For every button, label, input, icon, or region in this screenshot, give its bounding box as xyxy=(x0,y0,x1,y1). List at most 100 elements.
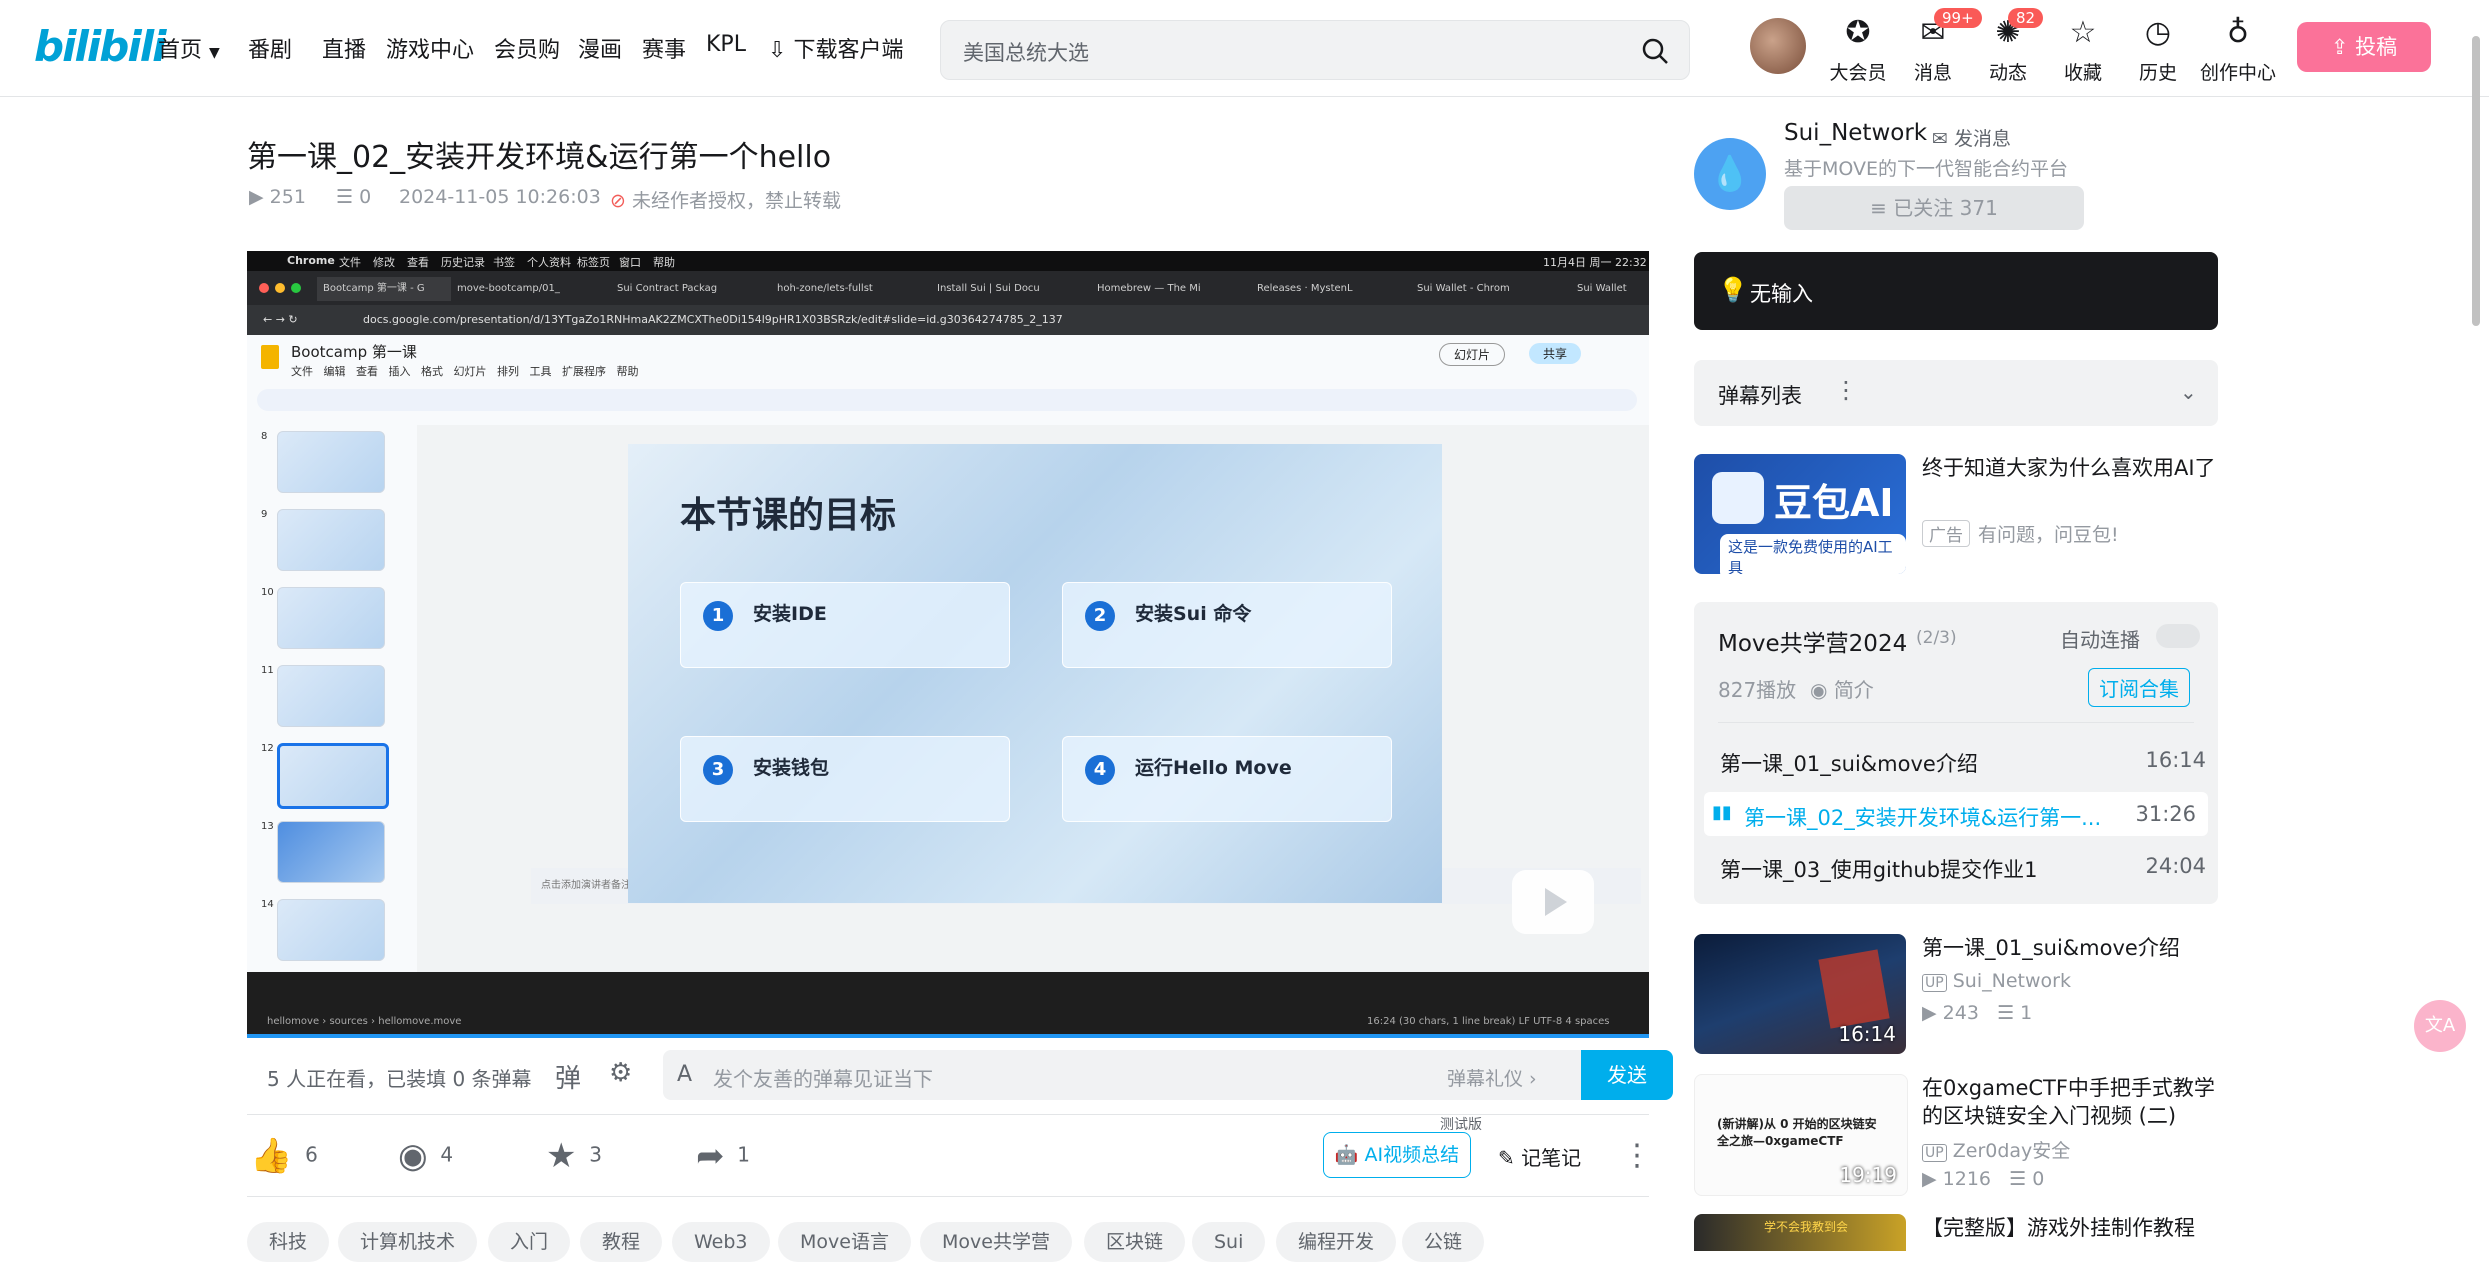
episode-duration: 24:04 xyxy=(2145,854,2206,878)
autoplay-toggle[interactable] xyxy=(2156,624,2200,648)
danmaku-list-panel[interactable]: 弹幕列表 ⋮ ⌄ xyxy=(1694,360,2218,426)
tag[interactable]: Move语言 xyxy=(778,1222,911,1262)
goal-label: 安装Sui 命令 xyxy=(1135,603,1252,625)
tag[interactable]: 区块链 xyxy=(1084,1222,1186,1262)
tag[interactable]: 科技 xyxy=(247,1222,330,1262)
danmaku-input[interactable]: A 发个友善的弹幕见证当下 弹幕礼仪 › xyxy=(663,1050,1629,1100)
slides-toolbar: Bootcamp 第一课 文件 编辑 查看 插入 格式 幻灯片 排列 工具 扩展… xyxy=(247,335,1649,426)
recommend-title[interactable]: 【完整版】游戏外挂制作教程 xyxy=(1922,1214,2222,1242)
search-input[interactable]: 美国总统大选 xyxy=(963,37,1089,67)
recommend-title[interactable]: 在0xgameCTF中手把手式教学的区块链安全入门视频 (二) xyxy=(1922,1074,2222,1130)
send-danmaku-button[interactable]: 发送 xyxy=(1581,1050,1673,1100)
nav-kpl[interactable]: KPL xyxy=(706,32,746,57)
header-favorites[interactable]: ☆ 收藏 xyxy=(2048,18,2118,85)
recommend-thumbnail[interactable]: 学不会我教到会 xyxy=(1694,1214,1906,1251)
ad-thumbnail[interactable]: 豆包AI 这是一款免费使用的AI工具 xyxy=(1694,454,1906,574)
play-count-icon: ▶ xyxy=(249,186,264,208)
nav-manga[interactable]: 漫画 xyxy=(578,32,622,64)
browser-tab: Bootcamp 第一课 - G xyxy=(317,277,451,301)
goal-number: 1 xyxy=(703,601,733,631)
nav-bangumi[interactable]: 番剧 xyxy=(248,32,292,64)
series-intro-link[interactable]: ◉ 简介 xyxy=(1810,674,1874,703)
recommend-uploader[interactable]: UP Sui_Network xyxy=(1922,970,2071,992)
header-creator[interactable]: ♁ 创作中心 xyxy=(2198,18,2278,85)
recommend-thumbnail[interactable]: (新讲解)从 0 开始的区块链安全之旅—0xgameCTF 19:19 xyxy=(1694,1074,1908,1196)
text-style-icon[interactable]: A xyxy=(677,1062,692,1087)
tag[interactable]: 计算机技术 xyxy=(338,1222,478,1262)
recommend-uploader[interactable]: UP Zer0day安全 xyxy=(1922,1136,2070,1163)
recommend-thumbnail[interactable]: 16:14 xyxy=(1694,934,1906,1054)
video-player[interactable]: Chrome 文件 修改 查看 历史记录 书签 个人资料 标签页 窗口 帮助 1… xyxy=(247,251,1649,1038)
nav-download-client[interactable]: ⇩ 下载客户端 xyxy=(768,32,903,64)
mac-menu-item: 文件 xyxy=(339,256,361,269)
video-duration: 19:19 xyxy=(1839,1163,1897,1187)
coin-button[interactable]: ◉ 4 xyxy=(398,1136,453,1176)
following-button[interactable]: ≡ 已关注 371 xyxy=(1784,186,2084,230)
view-count: ▶ 251 xyxy=(249,186,306,208)
more-vertical-icon[interactable]: ⋮ xyxy=(1834,376,1858,404)
doc-menu-item: 插入 xyxy=(388,365,411,378)
danmaku-settings-icon[interactable]: ⚙ xyxy=(609,1058,632,1088)
search-box[interactable]: 美国总统大选 xyxy=(940,20,1690,80)
page-scrollbar[interactable] xyxy=(2472,36,2480,326)
play-button[interactable] xyxy=(1512,870,1594,934)
danmaku-etiquette-link[interactable]: 弹幕礼仪 › xyxy=(1447,1064,1537,1091)
episode-title: 第一课_01_sui&move介绍 xyxy=(1720,752,1978,776)
notes-button[interactable]: ✎ 记笔记 xyxy=(1498,1142,1581,1171)
translate-float-icon[interactable]: 文A xyxy=(2414,1000,2466,1052)
divider xyxy=(1718,722,2194,723)
header-history[interactable]: ◷ 历史 xyxy=(2123,18,2193,85)
header-vip[interactable]: ✪ 大会员 xyxy=(1823,18,1893,85)
episode-item[interactable]: 第一课_01_sui&move介绍 16:14 xyxy=(1694,738,2218,782)
uploader-desc: 基于MOVE的下一代智能合约平台 xyxy=(1784,158,2069,180)
subscribe-series-button[interactable]: 订阅合集 xyxy=(2088,668,2190,707)
beta-label: 测试版 xyxy=(1440,1117,1482,1133)
ad-title[interactable]: 终于知道大家为什么喜欢用AI了 xyxy=(1922,454,2222,482)
send-message-link[interactable]: ✉ 发消息 xyxy=(1932,124,2011,151)
thumb-number: 8 xyxy=(261,431,268,442)
share-arrow-icon: ➦ xyxy=(696,1136,725,1176)
header-message[interactable]: ✉ 消息 xyxy=(1898,18,1968,85)
nav-live[interactable]: 直播 xyxy=(322,32,366,64)
lightbulb-icon: 💡 xyxy=(1718,276,1748,304)
goal-card: 2 安装Sui 命令 xyxy=(1062,582,1392,668)
browser-tab: hoh-zone/lets-fullst xyxy=(777,283,873,294)
thumb-number: 12 xyxy=(261,743,274,754)
like-button[interactable]: 👍 6 xyxy=(250,1136,318,1176)
episode-item-active[interactable]: ▮▮ 第一课_02_安装开发环境&运行第一... 31:26 xyxy=(1704,792,2208,836)
uploader-avatar[interactable]: 💧 xyxy=(1694,138,1766,210)
tag[interactable]: Move共学营 xyxy=(920,1222,1072,1262)
tag[interactable]: 编程开发 xyxy=(1276,1222,1397,1262)
tag[interactable]: 入门 xyxy=(488,1222,571,1262)
nav-mall[interactable]: 会员购 xyxy=(494,32,560,64)
recommend-title[interactable]: 第一课_01_sui&move介绍 xyxy=(1922,934,2222,962)
share-button[interactable]: ➦ 1 xyxy=(696,1136,750,1176)
autoplay-label: 自动连播 xyxy=(2060,628,2140,652)
mac-menu-item: 个人资料 xyxy=(527,256,571,269)
bilibili-logo[interactable]: bilibili xyxy=(34,22,167,71)
ai-assistant-box[interactable]: 💡 无输入 xyxy=(1694,252,2218,330)
nav-match[interactable]: 赛事 xyxy=(642,32,686,64)
danmaku-toggle-icon[interactable]: 弹 xyxy=(555,1058,581,1095)
favorite-button[interactable]: ★ 3 xyxy=(546,1136,602,1176)
chevron-down-icon[interactable]: ⌄ xyxy=(2180,380,2197,404)
more-options-icon[interactable]: ⋮ xyxy=(1622,1138,1652,1173)
header-dynamic[interactable]: ✺ 动态 xyxy=(1973,18,2043,85)
water-drop-icon: 💧 xyxy=(1708,154,1752,194)
series-title[interactable]: Move共学营2024 xyxy=(1718,624,1907,658)
nav-game-center[interactable]: 游戏中心 xyxy=(386,32,474,64)
search-icon[interactable] xyxy=(1641,37,1669,65)
user-avatar[interactable] xyxy=(1750,18,1806,74)
ai-summary-button[interactable]: 🤖 AI视频总结 xyxy=(1323,1132,1471,1178)
tag[interactable]: Sui xyxy=(1192,1222,1266,1262)
tag[interactable]: 公链 xyxy=(1402,1222,1485,1262)
upload-button[interactable]: ⇪ 投稿 xyxy=(2297,22,2431,72)
nav-home[interactable]: 首页 ▼ xyxy=(158,32,220,64)
tag[interactable]: Web3 xyxy=(672,1222,770,1262)
uploader-name[interactable]: Sui_Network xyxy=(1784,120,1927,146)
video-duration: 16:14 xyxy=(1838,1022,1896,1046)
tag[interactable]: 教程 xyxy=(580,1222,663,1262)
ad-subtitle: 有问题，问豆包! xyxy=(1978,524,2119,546)
mac-menu-item: 标签页 xyxy=(577,256,610,269)
episode-item[interactable]: 第一课_03_使用github提交作业1 24:04 xyxy=(1694,844,2218,888)
